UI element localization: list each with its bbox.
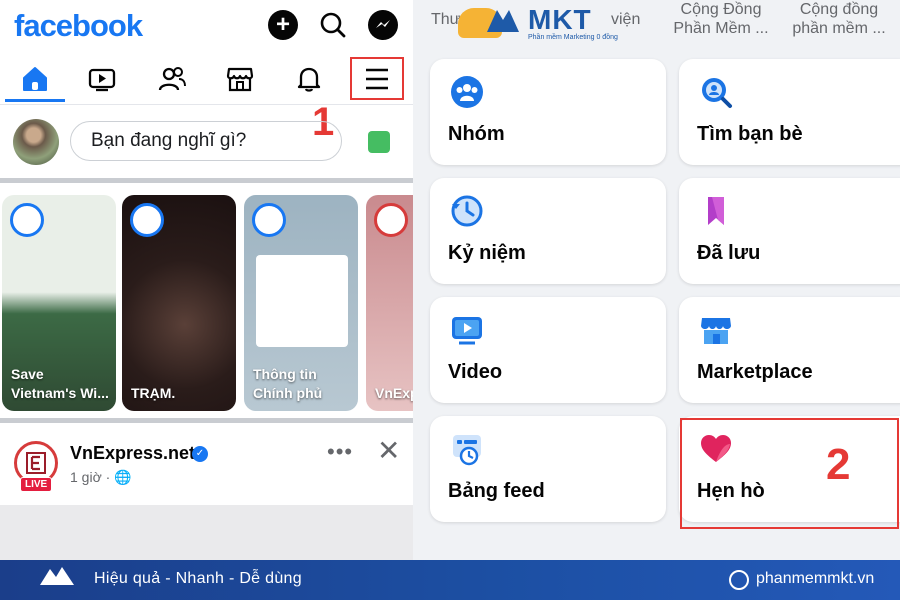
story-label: Thông tin Chính phủ xyxy=(253,366,323,401)
menu-card-find-friends[interactable]: Tìm bạn bè xyxy=(679,59,900,165)
footer-slogan: Hiệu quả - Nhanh - Dễ dùng xyxy=(94,570,302,587)
card-label: Bảng feed xyxy=(448,480,545,502)
story-label: TRẠM. xyxy=(131,385,176,401)
tab-watch[interactable] xyxy=(72,60,132,98)
saved-icon xyxy=(708,197,724,225)
menu-card-marketplace[interactable]: Marketplace xyxy=(679,297,900,403)
create-button[interactable]: + xyxy=(268,10,298,40)
more-options-button[interactable]: ••• xyxy=(327,439,353,465)
mkt-mountain-icon xyxy=(487,10,519,32)
shortcut-label[interactable]: Cộng đồng phần mềm ... xyxy=(785,0,893,38)
search-button[interactable] xyxy=(318,10,348,40)
menu-card-feeds[interactable]: Bảng feed xyxy=(430,416,666,522)
menu-card-saved[interactable]: Đã lưu xyxy=(679,178,900,284)
facebook-feed-panel: facebook + 1 Bạn đang nghĩ gì? Save Viet… xyxy=(0,0,413,560)
plus-icon: + xyxy=(275,11,290,38)
messenger-icon xyxy=(376,20,390,28)
close-post-button[interactable]: ✕ xyxy=(377,437,400,465)
photo-icon[interactable] xyxy=(368,131,390,153)
avatar[interactable] xyxy=(13,119,59,165)
story-avatar xyxy=(374,203,408,237)
marketplace-icon xyxy=(701,318,731,344)
card-label: Marketplace xyxy=(697,361,813,383)
story-card[interactable]: VnExp t xyxy=(366,195,413,411)
vnexpress-logo-icon xyxy=(26,452,46,474)
footer-website[interactable]: phanmemmkt.vn xyxy=(756,570,874,588)
card-label: Video xyxy=(448,361,503,383)
story-card[interactable]: Save Vietnam's Wi... xyxy=(2,195,116,411)
tab-home[interactable] xyxy=(5,60,65,98)
shortcuts-row: Thư viện Cộng Đồng Phần Mềm ... Cộng đồn… xyxy=(413,0,900,45)
menu-card-groups[interactable]: Nhóm xyxy=(430,59,666,165)
post-media[interactable] xyxy=(0,505,413,560)
page-name[interactable]: VnExpress.net xyxy=(70,443,195,464)
card-label: Tìm bạn bè xyxy=(697,123,803,145)
story-preview xyxy=(256,255,348,347)
mkt-footer-logo xyxy=(40,567,74,585)
tab-friends[interactable] xyxy=(142,60,202,98)
story-label: VnExp t xyxy=(375,385,413,401)
verified-icon: ✓ xyxy=(192,446,208,462)
search-icon xyxy=(320,12,346,38)
globe-icon xyxy=(729,570,749,590)
messenger-button[interactable] xyxy=(368,10,398,40)
mkt-watermark-logo: MKT Phần mềm Marketing 0 đồng xyxy=(458,2,628,42)
post-composer: Bạn đang nghĩ gì? xyxy=(0,104,413,178)
watch-icon xyxy=(88,68,116,92)
highlight-box-dating xyxy=(680,418,899,529)
shortcut-label[interactable]: Cộng Đồng Phần Mềm ... xyxy=(665,0,777,38)
feeds-icon xyxy=(453,435,481,466)
facebook-logo: facebook xyxy=(14,8,143,43)
step-number-2: 2 xyxy=(826,440,851,489)
tab-notifications[interactable] xyxy=(279,60,339,98)
story-label: Save Vietnam's Wi... xyxy=(11,366,109,401)
marketplace-icon xyxy=(226,67,254,92)
composer-input[interactable]: Bạn đang nghĩ gì? xyxy=(70,121,342,161)
stories-strip: Save Vietnam's Wi... TRẠM. Thông tin Chí… xyxy=(0,186,413,418)
shortcut-label[interactable]: Thư xyxy=(431,10,460,29)
story-avatar xyxy=(130,203,164,237)
friends-icon xyxy=(158,67,186,91)
story-avatar xyxy=(252,203,286,237)
post-time: 1 giờ · 🌐 xyxy=(70,469,132,485)
bell-icon xyxy=(297,67,321,92)
section-divider xyxy=(0,178,413,183)
mkt-logo-subtitle: Phần mềm Marketing 0 đồng xyxy=(528,34,618,41)
card-label: Nhóm xyxy=(448,123,505,145)
menu-card-video[interactable]: Video xyxy=(430,297,666,403)
highlight-box-menu xyxy=(350,57,404,100)
video-icon xyxy=(452,317,482,345)
active-tab-indicator xyxy=(5,99,65,102)
story-card[interactable]: Thông tin Chính phủ xyxy=(244,195,358,411)
memories-icon xyxy=(451,195,483,227)
section-divider xyxy=(0,418,413,423)
post-header: LIVE VnExpress.net ✓ 1 giờ · 🌐 ••• ✕ xyxy=(0,425,413,560)
brand-footer-banner: Hiệu quả - Nhanh - Dễ dùng phanmemmkt.vn xyxy=(0,560,900,600)
find-friends-icon xyxy=(702,78,732,108)
menu-card-memories[interactable]: Kỷ niệm xyxy=(430,178,666,284)
home-icon xyxy=(23,67,47,91)
card-label: Kỷ niệm xyxy=(448,242,526,264)
story-card[interactable]: TRẠM. xyxy=(122,195,236,411)
mkt-logo-text: MKT xyxy=(528,4,592,35)
tab-marketplace[interactable] xyxy=(210,60,270,98)
groups-icon xyxy=(451,76,483,108)
card-label: Đã lưu xyxy=(697,242,761,264)
live-badge: LIVE xyxy=(20,477,53,492)
top-bar: facebook + xyxy=(0,0,413,56)
story-avatar xyxy=(10,203,44,237)
